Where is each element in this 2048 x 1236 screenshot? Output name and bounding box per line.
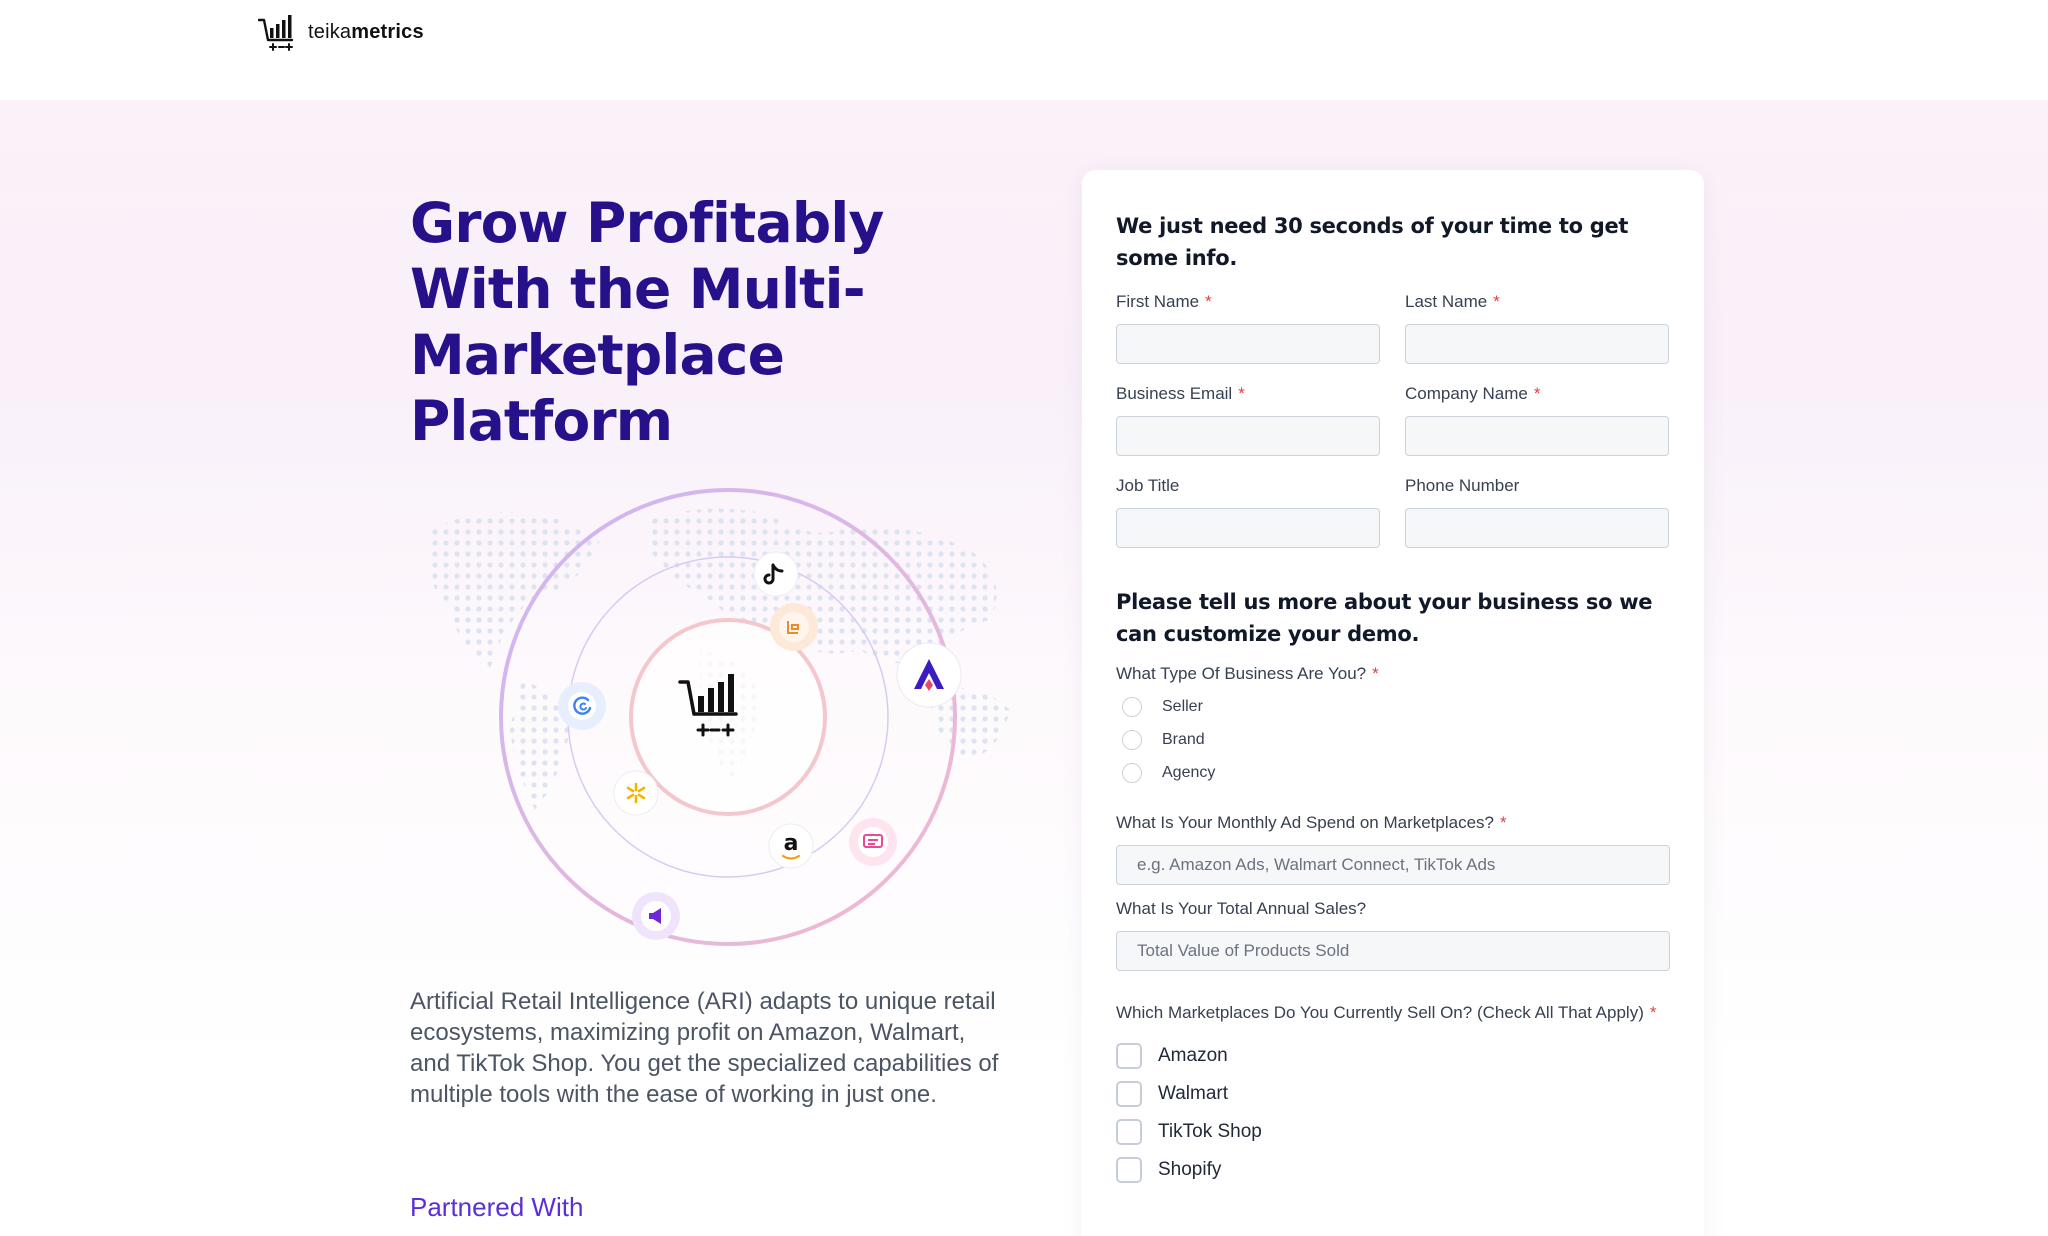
- checkbox[interactable]: [1116, 1081, 1142, 1107]
- business-email-label: Business Email *: [1116, 384, 1245, 403]
- radio-button[interactable]: [1122, 762, 1142, 783]
- business-email-field: Business Email *: [1116, 384, 1380, 456]
- radio-label: Brand: [1162, 730, 1205, 748]
- first-name-field: First Name *: [1116, 292, 1380, 364]
- job-title-label: Job Title: [1116, 476, 1180, 495]
- demo-request-form: We just need 30 seconds of your time to …: [1082, 170, 1704, 1236]
- partnered-with-heading: Partnered With: [410, 1192, 584, 1222]
- checkbox-label: Amazon: [1158, 1045, 1228, 1066]
- radio-option-brand[interactable]: Brand: [1116, 723, 1670, 756]
- business-type-label: What Type Of Business Are You? *: [1116, 664, 1379, 683]
- checkbox-label: TikTok Shop: [1158, 1121, 1262, 1142]
- phone-number-label: Phone Number: [1405, 476, 1520, 495]
- annual-sales-input[interactable]: Total Value of Products Sold: [1116, 931, 1670, 971]
- ad-spend-input[interactable]: e.g. Amazon Ads, Walmart Connect, TikTok…: [1116, 845, 1670, 885]
- ad-spend-label: What Is Your Monthly Ad Spend on Marketp…: [1116, 813, 1507, 832]
- shipping-icon: [770, 603, 818, 651]
- tiktok-icon: [753, 551, 799, 597]
- company-name-label: Company Name *: [1405, 384, 1541, 403]
- phone-number-field: Phone Number: [1405, 476, 1669, 548]
- teikametrics-logo[interactable]: teikametrics: [258, 12, 424, 52]
- top-bar: teikametrics: [0, 0, 2048, 100]
- company-name-input[interactable]: [1405, 416, 1669, 456]
- radio-label: Agency: [1162, 763, 1216, 781]
- target-icon: [558, 682, 606, 730]
- checkbox[interactable]: [1116, 1043, 1142, 1069]
- hero-title: Grow Profitably With the Multi-Marketpla…: [410, 191, 884, 453]
- ad-spend-field: What Is Your Monthly Ad Spend on Marketp…: [1116, 813, 1670, 885]
- checkbox[interactable]: [1116, 1119, 1142, 1145]
- business-email-input[interactable]: [1116, 416, 1380, 456]
- brand-a-icon: [896, 642, 962, 708]
- company-name-field: Company Name *: [1405, 384, 1669, 456]
- first-name-label: First Name *: [1116, 292, 1212, 311]
- brand-name-bold: metrics: [351, 20, 424, 43]
- amazon-icon: a: [768, 823, 814, 869]
- checkbox-label: Walmart: [1158, 1083, 1229, 1104]
- annual-sales-label: What Is Your Total Annual Sales?: [1116, 899, 1367, 918]
- marketplaces-group: Which Marketplaces Do You Currently Sell…: [1116, 999, 1670, 1189]
- job-title-input[interactable]: [1116, 508, 1380, 548]
- checkbox-option-walmart[interactable]: Walmart: [1116, 1075, 1670, 1113]
- radio-label: Seller: [1162, 697, 1203, 715]
- job-title-field: Job Title: [1116, 476, 1380, 548]
- phone-number-input[interactable]: [1405, 508, 1669, 548]
- marketplace-orbit-illustration: a: [427, 488, 1010, 946]
- megaphone-icon: [632, 892, 680, 940]
- first-name-input[interactable]: [1116, 324, 1380, 364]
- checkbox[interactable]: [1116, 1157, 1142, 1183]
- walmart-icon: [613, 770, 659, 816]
- cart-chart-icon: [258, 15, 294, 51]
- checkbox-option-tiktok-shop[interactable]: TikTok Shop: [1116, 1113, 1670, 1151]
- radio-option-agency[interactable]: Agency: [1116, 756, 1670, 789]
- hero-description: Artificial Retail Intelligence (ARI) ada…: [410, 988, 999, 1108]
- radio-button[interactable]: [1122, 696, 1142, 717]
- form-heading: We just need 30 seconds of your time to …: [1116, 214, 1629, 270]
- brand-name-regular: teika: [308, 20, 352, 43]
- marketplaces-label: Which Marketplaces Do You Currently Sell…: [1116, 1003, 1657, 1022]
- annual-sales-field: What Is Your Total Annual Sales? Total V…: [1116, 899, 1670, 971]
- section-heading-business: Please tell us more about your business …: [1116, 590, 1653, 646]
- radio-option-seller[interactable]: Seller: [1116, 690, 1670, 723]
- hero-section: Grow Profitably With the Multi-Marketpla…: [0, 100, 2048, 1236]
- last-name-input[interactable]: [1405, 324, 1669, 364]
- radio-button[interactable]: [1122, 729, 1142, 750]
- brand-name: teikametrics: [308, 21, 424, 44]
- last-name-field: Last Name *: [1405, 292, 1669, 364]
- svg-text:a: a: [784, 831, 799, 856]
- checkbox-option-amazon[interactable]: Amazon: [1116, 1037, 1670, 1075]
- checkbox-label: Shopify: [1158, 1159, 1222, 1180]
- ads-icon: [849, 818, 897, 866]
- business-type-group: What Type Of Business Are You? * Seller B…: [1116, 664, 1670, 789]
- last-name-label: Last Name *: [1405, 292, 1500, 311]
- checkbox-option-shopify[interactable]: Shopify: [1116, 1151, 1670, 1189]
